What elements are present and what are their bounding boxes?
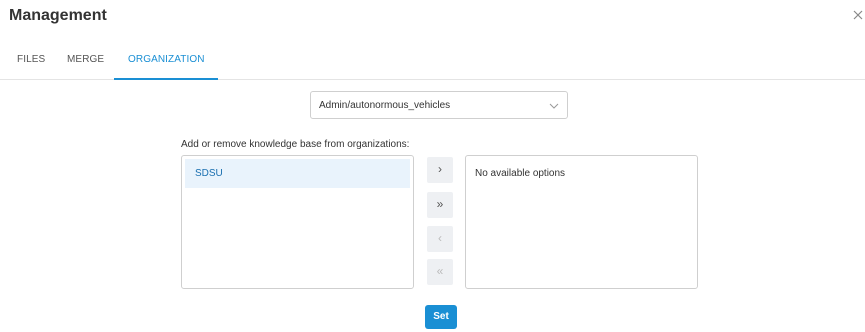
move-all-right-button[interactable]: » [427,192,453,218]
active-tab-indicator [114,78,218,80]
tab-organization[interactable]: ORGANIZATION [128,54,205,65]
tab-bar: FILES MERGE ORGANIZATION [0,42,865,80]
transfer-instruction: Add or remove knowledge base from organi… [181,139,410,150]
set-button[interactable]: Set [425,305,457,329]
move-all-left-button[interactable]: « [427,259,453,285]
move-right-button[interactable]: › [427,157,453,183]
list-item-label: SDSU [195,168,223,179]
assigned-organizations-list[interactable]: No available options [465,155,698,289]
list-item[interactable]: SDSU [185,159,410,188]
modal-title: Management [9,7,107,24]
move-left-button[interactable]: ‹ [427,226,453,252]
empty-list-message: No available options [475,168,566,179]
chevron-down-icon [549,103,559,109]
tab-merge[interactable]: MERGE [67,54,104,65]
available-organizations-list[interactable]: SDSU [181,155,414,289]
knowledge-base-select[interactable]: Admin/autonormous_vehicles [310,91,568,119]
close-icon[interactable] [852,9,864,21]
tab-files[interactable]: FILES [17,54,45,65]
knowledge-base-select-value: Admin/autonormous_vehicles [319,100,451,111]
